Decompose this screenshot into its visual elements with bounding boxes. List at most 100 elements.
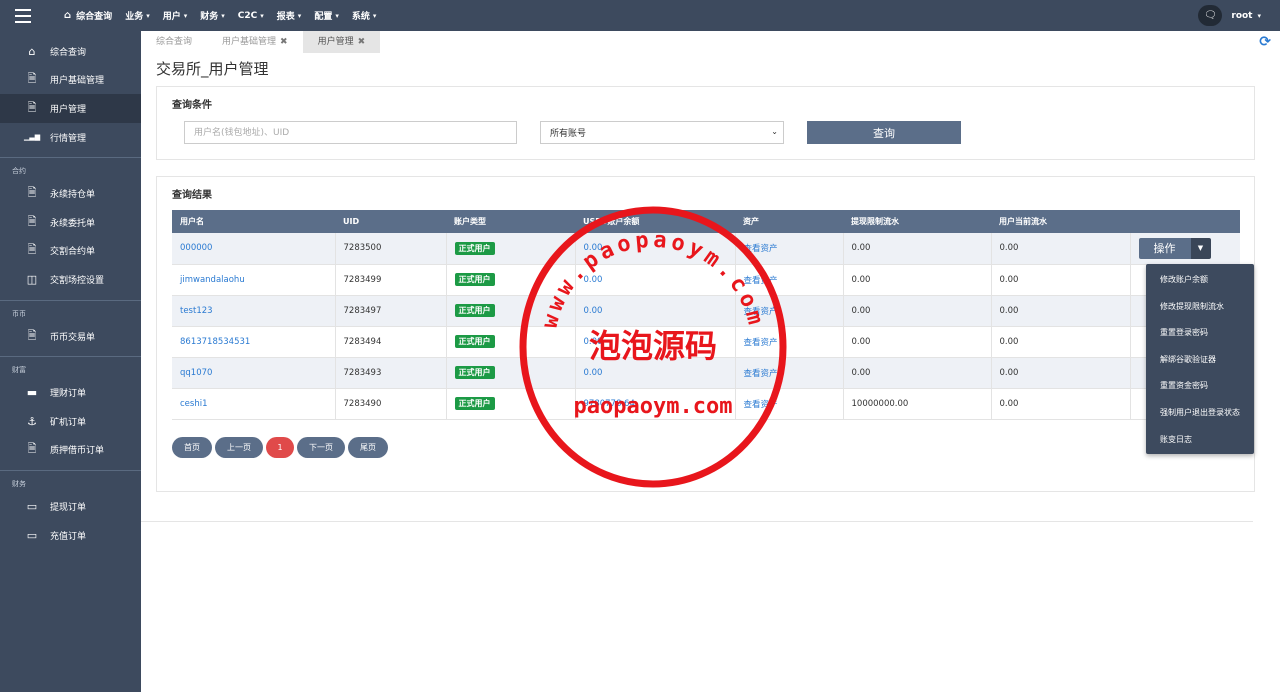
search-input[interactable]	[184, 121, 517, 144]
query-panel: 查询条件 所有账号 ⌄ 查询	[156, 86, 1255, 160]
sidebar-item[interactable]: ▭ 提现订单	[0, 492, 141, 521]
cell-balance: 0.00	[574, 233, 735, 265]
sidebar-item[interactable]: ▭ 充值订单	[0, 521, 141, 550]
top-bar: ⌂ 综合查询 业务 ▾ 用户 ▾ 财务 ▾ C2C ▾ 报表 ▾ 配置 ▾ 系统 ▾ 🗨 root ▾	[0, 0, 1280, 31]
balance-link[interactable]: 0.00	[584, 368, 603, 378]
sidebar-item[interactable]: 🗎 交割合约单	[0, 237, 141, 266]
close-icon[interactable]: ✖	[280, 37, 288, 47]
caret-down-icon: ▾	[260, 11, 264, 20]
sidebar-item-label: 用户基础管理	[50, 76, 105, 87]
top-nav-item[interactable]: ⌂ 综合查询	[64, 9, 112, 22]
view-assets-link[interactable]: 查看资产	[744, 307, 778, 317]
cell-asset: 查看资产	[734, 326, 843, 358]
pagination-button[interactable]: 1	[266, 437, 294, 458]
username-link[interactable]: 8613718534531	[180, 337, 250, 347]
cell-operation: 操作 ▼	[1129, 233, 1240, 265]
operation-button[interactable]: 操作	[1138, 237, 1191, 259]
caret-down-icon: ▾	[146, 11, 150, 20]
cell-account-type: 正式用户	[445, 388, 575, 420]
sidebar-item[interactable]: 🗎 币币交易单	[0, 322, 141, 351]
tab[interactable]: 用户管理 ✖	[302, 31, 381, 53]
top-nav-item[interactable]: 用户 ▾	[163, 9, 188, 23]
account-type-select[interactable]: 所有账号 ⌄	[540, 121, 784, 144]
sidebar: ⌂ 综合查询 🗎 用户基础管理 🗎 用户管理 ▁▃▆ 行情管理 合约 🗎 永续持仓单 🗎 永续委托单 🗎 交…	[0, 31, 141, 692]
cell-withdraw-limit: 0.00	[842, 357, 991, 389]
column-header: 用户名	[172, 210, 335, 233]
sidebar-item[interactable]: ⚓ 矿机订单	[0, 407, 141, 436]
chat-icon: 🗨	[1204, 10, 1217, 21]
view-assets-link[interactable]: 查看资产	[744, 244, 778, 254]
balance-link[interactable]: 0.00	[584, 243, 603, 253]
menu-item[interactable]: 解绑谷歌验证器	[1146, 347, 1254, 374]
menu-item[interactable]: 账变日志	[1146, 427, 1254, 454]
username-link[interactable]: ceshi1	[180, 399, 208, 409]
top-nav-item[interactable]: 系统 ▾	[352, 9, 377, 23]
view-assets-link[interactable]: 查看资产	[744, 338, 778, 348]
username-link[interactable]: 000000	[180, 243, 212, 253]
menu-item[interactable]: 强制用户退出登录状态	[1146, 400, 1254, 427]
sidebar-item[interactable]: 🗎 质押借币订单	[0, 436, 141, 465]
anchor-icon: ⚓	[27, 414, 37, 428]
caret-down-icon[interactable]: ▼	[1190, 237, 1211, 259]
home-icon: ⌂	[28, 44, 36, 58]
column-header	[1130, 210, 1240, 233]
top-nav-item[interactable]: 报表 ▾	[277, 9, 302, 23]
pagination-button[interactable]: 尾页	[348, 437, 388, 458]
top-nav-item[interactable]: C2C ▾	[238, 11, 264, 21]
tab-label: 综合查询	[156, 37, 193, 47]
sidebar-item[interactable]: ▬ 理财订单	[0, 378, 141, 407]
main-content: 综合查询用户基础管理✖用户管理✖ ⟳ 交易所_用户管理 查询条件 所有账号 ⌄ …	[141, 31, 1280, 692]
close-icon[interactable]: ✖	[358, 37, 366, 47]
sidebar-item[interactable]: 🗎 永续委托单	[0, 208, 141, 237]
menu-item[interactable]: 修改账户余额	[1146, 267, 1254, 294]
chevron-down-icon[interactable]: ▾	[1257, 12, 1261, 20]
sidebar-item-label: 质押借币订单	[50, 446, 105, 457]
username-link[interactable]: jimwandalaohu	[180, 275, 245, 285]
file-icon: 🗎	[27, 328, 37, 342]
balance-link[interactable]: 0.00	[584, 275, 603, 285]
column-header: 提现限制流水	[843, 210, 991, 233]
top-nav-item[interactable]: 财务 ▾	[200, 9, 225, 23]
sidebar-item[interactable]: 🗎 用户管理	[0, 94, 141, 123]
results-panel: 查询结果 用户名 UID 账户类型 USDT账户余额 资产 提现限制流水 用户当前流水 00…	[156, 176, 1255, 492]
username-link[interactable]: test123	[180, 306, 213, 316]
top-nav-item[interactable]: 业务 ▾	[125, 9, 150, 23]
cell-uid: 7283493	[334, 357, 446, 389]
cell-balance: 0.00	[574, 326, 735, 358]
cell-uid: 7283497	[334, 295, 446, 327]
cell-asset: 查看资产	[734, 295, 843, 327]
view-assets-link[interactable]: 查看资产	[744, 276, 778, 286]
refresh-icon[interactable]: ⟳	[1259, 34, 1271, 50]
sidebar-item[interactable]: ▁▃▆ 行情管理	[0, 123, 141, 152]
pagination-button[interactable]: 首页	[172, 437, 212, 458]
balance-link[interactable]: 0.00	[584, 337, 603, 347]
sidebar-item[interactable]: 🗎 用户基础管理	[0, 66, 141, 95]
sidebar-item[interactable]: ◫ 交割场控设置	[0, 265, 141, 294]
pagination-button[interactable]: 上一页	[215, 437, 263, 458]
balance-link[interactable]: 9780778.64	[584, 399, 635, 409]
results-table: 用户名 UID 账户类型 USDT账户余额 资产 提现限制流水 用户当前流水 000000 7…	[172, 210, 1240, 420]
username-link[interactable]: qq1070	[180, 368, 212, 378]
view-assets-link[interactable]: 查看资产	[744, 369, 778, 379]
tab[interactable]: 综合查询	[141, 31, 207, 53]
cell-withdraw-limit: 0.00	[842, 326, 991, 358]
user-name[interactable]: root	[1231, 11, 1252, 21]
menu-item[interactable]: 重置资金密码	[1146, 373, 1254, 400]
sidebar-item[interactable]: 🗎 永续持仓单	[0, 179, 141, 208]
view-assets-link[interactable]: 查看资产	[744, 400, 778, 410]
top-nav-item[interactable]: 配置 ▾	[314, 9, 339, 23]
results-panel-title: 查询结果	[172, 190, 212, 201]
menu-item[interactable]: 修改提现限制流水	[1146, 294, 1254, 321]
sidebar-item[interactable]: ⌂ 综合查询	[0, 37, 141, 66]
sidebar-group-title: 财富	[0, 356, 141, 378]
query-button[interactable]: 查询	[807, 121, 961, 144]
chat-button[interactable]: 🗨	[1198, 5, 1223, 26]
cell-withdraw-limit: 0.00	[842, 264, 991, 296]
column-header: 账户类型	[446, 210, 575, 233]
menu-toggle-button[interactable]	[0, 0, 46, 31]
top-nav-label: 综合查询	[76, 12, 113, 22]
balance-link[interactable]: 0.00	[584, 306, 603, 316]
tab[interactable]: 用户基础管理 ✖	[207, 31, 303, 53]
menu-item[interactable]: 重置登录密码	[1146, 320, 1254, 347]
pagination-button[interactable]: 下一页	[297, 437, 345, 458]
